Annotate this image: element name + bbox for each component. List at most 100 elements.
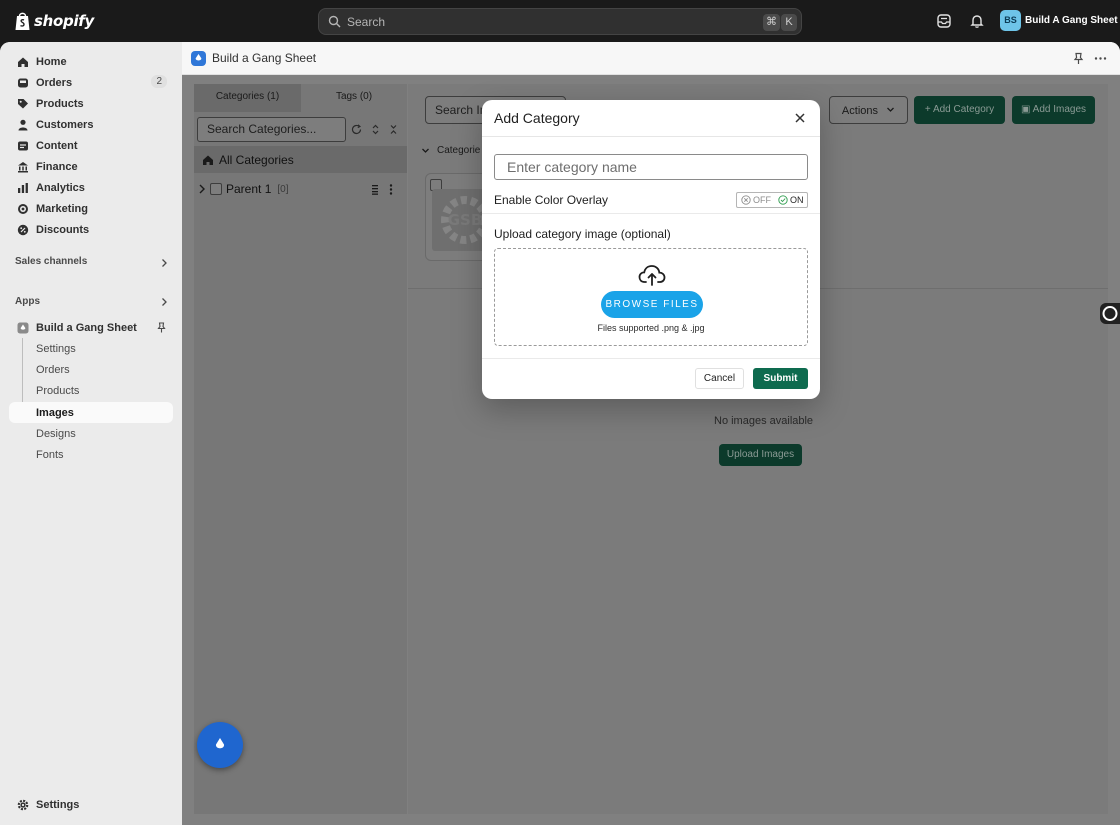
chart-icon <box>18 182 28 193</box>
close-icon[interactable] <box>794 112 806 124</box>
inbox-icon[interactable] <box>936 13 952 29</box>
content-icon <box>18 141 28 150</box>
sidebar-item-label: Products <box>36 97 84 110</box>
store-menu[interactable]: BS Build A Gang Sheet <box>1000 10 1118 31</box>
pin-icon[interactable] <box>156 322 167 333</box>
more-options-icon[interactable] <box>1094 52 1107 65</box>
sidebar-item-label: Settings <box>36 798 80 811</box>
category-row[interactable]: Parent 1 [0] <box>194 178 407 200</box>
toggle-on-label: ON <box>790 195 804 205</box>
sidebar-app-label: Build a Gang Sheet <box>36 321 137 334</box>
search-icon <box>328 15 341 28</box>
chevron-right-icon[interactable] <box>159 258 169 268</box>
category-checkbox[interactable] <box>210 183 222 195</box>
chevron-down-icon <box>887 107 895 112</box>
bell-icon[interactable] <box>969 13 985 29</box>
category-search-input[interactable]: Search Categories... <box>197 117 346 142</box>
apps-label[interactable]: Apps <box>15 296 40 307</box>
tab-tags[interactable]: Tags (0) <box>301 84 407 112</box>
shopify-logo[interactable]: shopify <box>14 11 94 31</box>
sidebar-subitem-settings[interactable]: Settings <box>9 338 173 359</box>
sidebar-item-label: Orders <box>36 76 73 89</box>
bank-icon <box>18 161 28 172</box>
app-header: Build a Gang Sheet <box>182 42 1120 75</box>
sidebar-item-home[interactable]: Home <box>9 51 173 72</box>
sidebar-subitem-fonts[interactable]: Fonts <box>9 444 173 465</box>
color-overlay-label: Enable Color Overlay <box>494 193 609 207</box>
category-name-input[interactable] <box>494 154 808 180</box>
sidebar-item-label: Finance <box>36 160 78 173</box>
add-images-label: Add Images <box>1032 104 1087 115</box>
sidebar-subitem-images[interactable]: Images <box>9 402 173 423</box>
search-input[interactable] <box>347 14 727 29</box>
chevron-right-icon[interactable] <box>198 184 206 194</box>
sidebar-subitem-products[interactable]: Products <box>9 380 173 401</box>
chevron-down-icon <box>422 148 429 153</box>
upload-dropzone[interactable]: BROWSE FILES Files supported .png & .jpg <box>494 248 808 346</box>
sidebar: Home Orders 2 Products Customers Content… <box>0 42 182 825</box>
top-bar: shopify ⌘ K BS Build A Gang Sheet <box>0 0 1120 42</box>
upload-images-button[interactable]: Upload Images <box>719 444 802 466</box>
target-icon <box>18 203 28 214</box>
sidebar-subitem-designs[interactable]: Designs <box>9 423 173 444</box>
sales-channels-label[interactable]: Sales channels <box>15 256 87 267</box>
chevron-right-icon[interactable] <box>159 297 169 307</box>
tag-icon <box>18 98 28 108</box>
store-avatar: BS <box>1000 10 1021 31</box>
sidebar-item-label: Content <box>36 139 78 152</box>
sidebar-app-build-a-gang-sheet[interactable]: Build a Gang Sheet <box>9 317 173 338</box>
sidebar-item-content[interactable]: Content <box>9 135 173 156</box>
modal-divider <box>482 213 820 214</box>
sidebar-item-finance[interactable]: Finance <box>9 156 173 177</box>
tab-categories[interactable]: Categories (1) <box>194 84 301 112</box>
all-categories-row[interactable]: All Categories <box>194 146 407 173</box>
toggle-on-option[interactable]: ON <box>778 195 804 205</box>
plus-icon: + <box>924 104 933 115</box>
sidebar-item-analytics[interactable]: Analytics <box>9 177 173 198</box>
drag-handle-icon[interactable] <box>371 184 379 195</box>
modal-footer-divider <box>482 358 820 359</box>
browse-files-button[interactable]: BROWSE FILES <box>601 291 703 318</box>
add-category-label: Add Category <box>932 104 995 115</box>
logo-text: shopify <box>34 12 94 30</box>
x-circle-icon <box>741 195 751 205</box>
shortcut-cmd-key: ⌘ <box>763 14 780 31</box>
kebab-menu-icon[interactable] <box>389 184 393 195</box>
sidebar-item-orders[interactable]: Orders 2 <box>9 72 173 93</box>
global-search[interactable]: ⌘ K <box>318 8 802 35</box>
sidebar-item-discounts[interactable]: Discounts <box>9 219 173 240</box>
upload-image-label: Upload category image (optional) <box>494 227 671 241</box>
expand-icon[interactable] <box>370 124 381 135</box>
actions-button[interactable]: Actions <box>829 96 908 124</box>
add-images-button[interactable]: ▣ Add Images <box>1012 96 1095 124</box>
sidebar-subitem-orders[interactable]: Orders <box>9 359 173 380</box>
actions-label: Actions <box>841 105 878 117</box>
sidebar-item-label: Analytics <box>36 181 85 194</box>
submit-button[interactable]: Submit <box>753 368 808 389</box>
sidebar-item-settings[interactable]: Settings <box>9 794 173 815</box>
categories-header-label: Categorie <box>437 145 481 156</box>
cancel-button[interactable]: Cancel <box>695 368 744 389</box>
shopify-bag-icon <box>15 12 30 30</box>
sidebar-item-customers[interactable]: Customers <box>9 114 173 135</box>
collapse-icon[interactable] <box>388 124 399 135</box>
sidebar-item-marketing[interactable]: Marketing <box>9 198 173 219</box>
category-panel: Categories (1) Tags (0) Search Categorie… <box>194 84 407 814</box>
sidebar-item-products[interactable]: Products <box>9 93 173 114</box>
image-icon: ▣ <box>1020 104 1033 115</box>
home-icon <box>18 57 28 67</box>
add-category-modal: Add Category Enable Color Overlay OFF ON… <box>482 100 820 399</box>
side-widget[interactable] <box>1100 303 1120 324</box>
category-tabs: Categories (1) Tags (0) <box>194 84 407 112</box>
categories-section-header[interactable]: Categorie <box>421 145 480 156</box>
toggle-off-option[interactable]: OFF <box>741 195 771 205</box>
color-overlay-toggle[interactable]: OFF ON <box>736 192 808 208</box>
add-category-button[interactable]: + Add Category <box>914 96 1005 124</box>
category-name: Parent 1 <box>226 182 272 196</box>
app-drop-icon <box>215 738 225 749</box>
refresh-icon[interactable] <box>351 124 362 135</box>
pin-icon[interactable] <box>1072 52 1085 65</box>
orders-icon <box>18 78 28 87</box>
person-icon <box>18 119 28 130</box>
app-chat-fab[interactable] <box>197 722 243 768</box>
